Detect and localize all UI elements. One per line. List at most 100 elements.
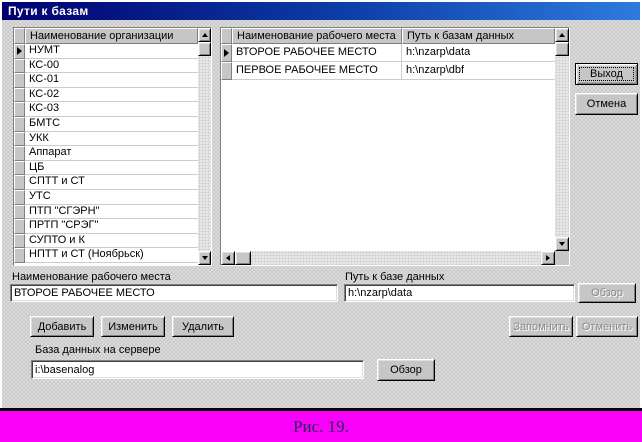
org-name: БМТС bbox=[25, 116, 198, 132]
org-list-row[interactable]: КС-02 bbox=[14, 87, 198, 103]
workplace-name-cell: ВТОРОЕ РАБОЧЕЕ МЕСТО bbox=[232, 44, 402, 62]
row-selector bbox=[14, 189, 25, 205]
scrollbar-thumb[interactable] bbox=[555, 42, 569, 56]
up-arrow-icon bbox=[559, 33, 565, 37]
org-list-row[interactable]: НПТТ и СТ (Ноябрьск) bbox=[14, 248, 198, 263]
org-name: УКК bbox=[25, 131, 198, 147]
scroll-right-button[interactable] bbox=[541, 251, 555, 265]
org-name: СУПТО и К bbox=[25, 233, 198, 249]
scrollbar-corner bbox=[555, 251, 569, 265]
org-list-row[interactable]: СПТТ и СТ bbox=[14, 175, 198, 190]
org-name: НУМТ bbox=[25, 44, 198, 59]
org-list-row[interactable]: БМТС bbox=[14, 116, 198, 132]
current-row-arrow-icon bbox=[224, 49, 229, 57]
down-arrow-icon bbox=[201, 256, 208, 260]
row-selector bbox=[14, 44, 25, 59]
cancel-button[interactable]: Отмена bbox=[575, 93, 638, 115]
org-list-row[interactable]: КС-01 bbox=[14, 73, 198, 88]
edit-button[interactable]: Изменить bbox=[101, 316, 165, 337]
row-selector bbox=[14, 175, 25, 190]
scrollbar-track[interactable] bbox=[198, 56, 211, 251]
window-title: Пути к базам bbox=[8, 4, 89, 18]
row-selector bbox=[14, 116, 25, 132]
table-vscrollbar[interactable] bbox=[555, 28, 569, 251]
remember-button: Запомнить bbox=[509, 316, 573, 337]
undo-button: Отменить bbox=[576, 316, 638, 337]
scrollbar-track[interactable] bbox=[251, 251, 541, 265]
path-input[interactable] bbox=[344, 284, 575, 302]
row-selector bbox=[221, 44, 232, 62]
org-list-row[interactable]: ПРТП "СРЭГ" bbox=[14, 219, 198, 234]
row-selector bbox=[14, 146, 25, 161]
row-selector bbox=[221, 62, 232, 80]
scrollbar-track[interactable] bbox=[555, 56, 569, 237]
org-name: ПТП "СГЭРН" bbox=[25, 204, 198, 220]
workplace-name-cell: ПЕРВОЕ РАБОЧЕЕ МЕСТО bbox=[232, 62, 402, 80]
delete-button[interactable]: Удалить bbox=[172, 316, 234, 337]
up-arrow-icon bbox=[201, 33, 208, 37]
table-corner-cell bbox=[221, 28, 232, 44]
scroll-up-button[interactable] bbox=[555, 28, 569, 42]
row-selector bbox=[14, 204, 25, 220]
db-path-cell: h:\nzarp\data bbox=[402, 44, 555, 62]
scroll-down-button[interactable] bbox=[555, 237, 569, 251]
right-arrow-icon bbox=[546, 255, 550, 261]
org-list-row[interactable]: КС-03 bbox=[14, 102, 198, 117]
row-selector bbox=[14, 248, 25, 263]
workplace-column-header[interactable]: Наименование рабочего места bbox=[232, 28, 402, 44]
workplace-input[interactable] bbox=[10, 284, 338, 302]
path-field-label: Путь к базе данных bbox=[345, 271, 445, 283]
org-list-vscrollbar[interactable] bbox=[198, 28, 211, 265]
org-name: КС-01 bbox=[25, 73, 198, 88]
row-selector bbox=[14, 87, 25, 103]
row-selector bbox=[14, 58, 25, 74]
row-selector bbox=[14, 73, 25, 88]
row-selector bbox=[14, 102, 25, 117]
add-button[interactable]: Добавить bbox=[30, 316, 94, 337]
row-selector bbox=[14, 233, 25, 249]
figure-caption-bar: Рис. 19. bbox=[0, 411, 642, 442]
org-name: Аппарат bbox=[25, 146, 198, 161]
path-column-header[interactable]: Путь к базам данных bbox=[402, 28, 555, 44]
org-list-row[interactable]: УКК bbox=[14, 131, 198, 147]
browse-server-button[interactable]: Обзор bbox=[377, 359, 435, 381]
server-db-input[interactable] bbox=[31, 360, 364, 379]
row-selector bbox=[14, 219, 25, 234]
organization-list-header: Наименование организации bbox=[14, 28, 198, 44]
org-name: УТС bbox=[25, 189, 198, 205]
organization-column-header[interactable]: Наименование организации bbox=[25, 28, 198, 44]
org-list-row[interactable]: СУПТО и К bbox=[14, 233, 198, 249]
org-list-rows: НУМТ КС-00 КС-01 КС-02 КС-03 БМТС УКК Аппарат ЦБ… bbox=[14, 44, 198, 265]
db-path-cell: h:\nzarp\dbf bbox=[402, 62, 555, 80]
current-row-arrow-icon bbox=[17, 47, 22, 56]
workplace-table-header: Наименование рабочего места Путь к базам… bbox=[221, 28, 555, 44]
org-list-row[interactable]: УТС bbox=[14, 189, 198, 205]
scrollbar-thumb[interactable] bbox=[235, 251, 251, 265]
left-arrow-icon bbox=[226, 255, 230, 261]
scroll-down-button[interactable] bbox=[198, 251, 211, 265]
scroll-left-button[interactable] bbox=[221, 251, 235, 265]
scroll-up-button[interactable] bbox=[198, 28, 211, 42]
org-name: КС-03 bbox=[25, 102, 198, 117]
org-list-row[interactable]: НУМТ bbox=[14, 44, 198, 59]
workplace-table-rows: ВТОРОЕ РАБОЧЕЕ МЕСТО h:\nzarp\data ПЕРВОЕ … bbox=[221, 44, 555, 251]
workplace-row[interactable]: ВТОРОЕ РАБОЧЕЕ МЕСТО h:\nzarp\data bbox=[221, 44, 555, 62]
org-name: КС-02 bbox=[25, 87, 198, 103]
org-list-row[interactable]: Аппарат bbox=[14, 146, 198, 161]
org-list-row[interactable]: КС-00 bbox=[14, 58, 198, 74]
titlebar[interactable]: Пути к базам bbox=[2, 2, 640, 20]
org-list-row[interactable]: ПТП "СГЭРН" bbox=[14, 204, 198, 220]
org-list-row[interactable]: ЦБ bbox=[14, 160, 198, 176]
org-name: СПТТ и СТ bbox=[25, 175, 198, 190]
exit-button[interactable]: Выход bbox=[575, 63, 638, 85]
org-name: НПТТ и СТ (Ноябрьск) bbox=[25, 248, 198, 263]
scrollbar-thumb[interactable] bbox=[198, 42, 211, 56]
list-corner-cell bbox=[14, 28, 25, 44]
org-name: КС-00 bbox=[25, 58, 198, 74]
browse-path-button: Обзор bbox=[578, 283, 636, 303]
workplace-row[interactable]: ПЕРВОЕ РАБОЧЕЕ МЕСТО h:\nzarp\dbf bbox=[221, 62, 555, 80]
row-selector bbox=[14, 131, 25, 147]
organization-list: Наименование организации НУМТ КС-00 КС-01 К… bbox=[13, 27, 212, 266]
table-hscrollbar[interactable] bbox=[221, 251, 555, 265]
server-db-label: База данных на сервере bbox=[35, 344, 161, 356]
